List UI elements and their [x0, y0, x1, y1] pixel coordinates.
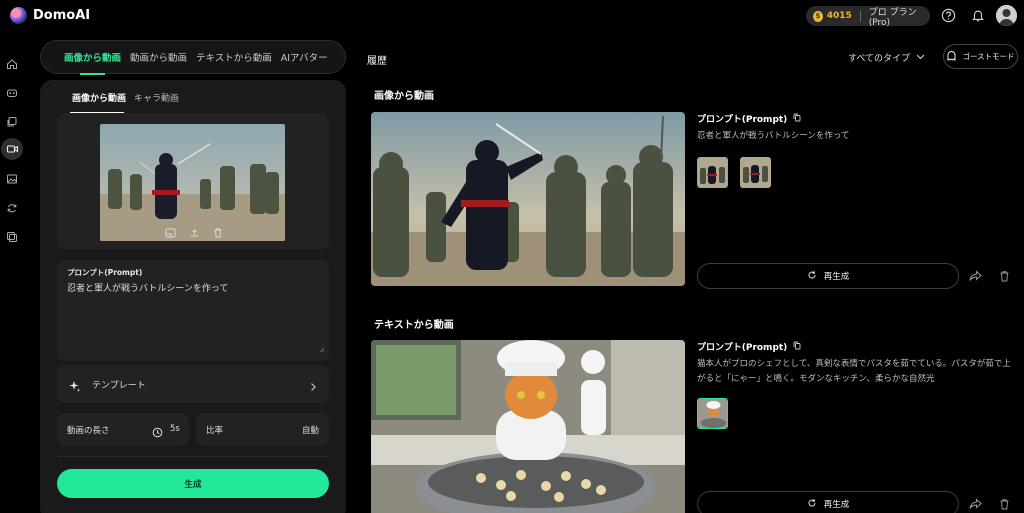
generate-button[interactable]: 生成: [57, 469, 329, 498]
tab-image-to-video[interactable]: 画像から動画: [64, 50, 121, 75]
credit-count: 4015: [826, 11, 852, 21]
trash-icon[interactable]: [997, 497, 1011, 511]
refresh-icon: [807, 498, 817, 511]
regenerate-button[interactable]: 再生成: [697, 491, 959, 513]
user-avatar[interactable]: [996, 5, 1017, 26]
resize-handle-icon[interactable]: [319, 338, 325, 357]
subtab-image-to-video[interactable]: 画像から動画: [72, 91, 126, 104]
clock-icon: [152, 423, 163, 442]
mode-tabs: 画像から動画 動画から動画 テキストから動画 AIアバター: [40, 40, 346, 75]
template-label: テンプレート: [92, 381, 146, 391]
trash-icon[interactable]: [997, 269, 1011, 283]
video-result-ninja[interactable]: [371, 112, 685, 286]
ghost-icon: [946, 50, 957, 63]
top-bar: DomoAI $ 4015 プロ プラン(Pro): [0, 0, 1024, 32]
video-length-selector[interactable]: 動画の長さ 5s: [57, 413, 189, 446]
domoai-logo-icon[interactable]: [10, 7, 27, 24]
generation-panel: 画像から動画 キャラ動画 プロンプト(Prompt) 忍者と軍人が戦うバトルシー…: [40, 80, 346, 513]
length-value: 5s: [170, 424, 180, 434]
sparkle-icon: [69, 377, 81, 396]
prompt-text: 猫本人がプロのシェフとして、真剣な表情でパスタを茹でている。パスタが茹で上がると…: [697, 359, 1011, 384]
plan-label: プロ プラン(Pro): [868, 7, 917, 28]
prompt-card: プロンプト(Prompt) 忍者と軍人が戦うバトルシーンを作って: [57, 260, 329, 361]
ghost-mode-label: ゴーストモード: [962, 52, 1015, 61]
divider: [57, 456, 329, 457]
uploaded-image: [100, 124, 285, 241]
copy-icon[interactable]: [793, 113, 801, 125]
regenerate-button[interactable]: 再生成: [697, 263, 959, 289]
ratio-value: 自動: [301, 426, 319, 436]
home-icon[interactable]: [3, 55, 20, 72]
share-icon[interactable]: [968, 497, 982, 511]
assets-icon[interactable]: [3, 113, 20, 130]
upload-icon[interactable]: [188, 227, 200, 238]
chevron-right-icon: [309, 377, 317, 396]
history-section-title: テキストから動画: [374, 320, 454, 331]
trash-icon[interactable]: [212, 227, 224, 238]
template-row[interactable]: テンプレート: [57, 365, 329, 403]
image-tools: [164, 227, 224, 238]
regenerate-label: 再生成: [823, 500, 850, 510]
variant-thumb[interactable]: [697, 398, 728, 429]
share-icon[interactable]: [968, 269, 982, 283]
length-label: 動画の長さ: [67, 426, 110, 436]
video-icon[interactable]: [1, 138, 23, 160]
prompt-label: プロンプト(Prompt): [67, 268, 143, 277]
bell-icon[interactable]: [970, 8, 985, 23]
copy-icon[interactable]: [793, 341, 801, 353]
ratio-label: 比率: [206, 426, 224, 436]
subtab-character-video[interactable]: キャラ動画: [134, 91, 179, 104]
filter-label: すべてのタイプ: [848, 54, 911, 64]
sync-icon[interactable]: [3, 199, 20, 216]
prompt-heading-label: プロンプト(Prompt): [697, 343, 788, 353]
regenerate-label: 再生成: [823, 272, 850, 282]
type-filter-dropdown[interactable]: すべてのタイプ: [848, 51, 925, 64]
help-icon[interactable]: [941, 8, 956, 23]
credits-plan-pill[interactable]: $ 4015 プロ プラン(Pro): [806, 6, 930, 28]
variant-thumb[interactable]: [697, 157, 728, 188]
prompt-heading-label: プロンプト(Prompt): [697, 115, 788, 125]
history-title: 履歴: [367, 56, 387, 67]
image-upload-card[interactable]: [57, 113, 329, 249]
history-section-title: 画像から動画: [374, 91, 434, 102]
ghost-mode-button[interactable]: ゴーストモード: [943, 44, 1018, 69]
refresh-icon: [807, 270, 817, 283]
tab-ai-avatar[interactable]: AIアバター: [281, 50, 328, 64]
library-icon[interactable]: [3, 228, 20, 245]
prompt-textarea[interactable]: 忍者と軍人が戦うバトルシーンを作って: [67, 281, 228, 294]
discover-icon[interactable]: [3, 84, 20, 101]
tab-text-to-video[interactable]: テキストから動画: [196, 50, 272, 64]
pill-divider: [859, 10, 861, 22]
coin-icon: $: [813, 10, 823, 22]
prompt-heading: プロンプト(Prompt): [697, 112, 801, 125]
chevron-down-icon: [916, 53, 925, 63]
tab-video-to-video[interactable]: 動画から動画: [130, 50, 187, 64]
prompt-text: 忍者と軍人が戦うバトルシーンを作って: [697, 131, 850, 141]
crop-icon[interactable]: [164, 227, 176, 238]
brand-name[interactable]: DomoAI: [33, 8, 90, 23]
image-icon[interactable]: [3, 170, 20, 187]
aspect-ratio-selector[interactable]: 比率 自動: [196, 413, 329, 446]
video-result-cat-chef[interactable]: [371, 340, 685, 513]
prompt-heading: プロンプト(Prompt): [697, 340, 801, 353]
variant-thumb[interactable]: [740, 157, 771, 188]
